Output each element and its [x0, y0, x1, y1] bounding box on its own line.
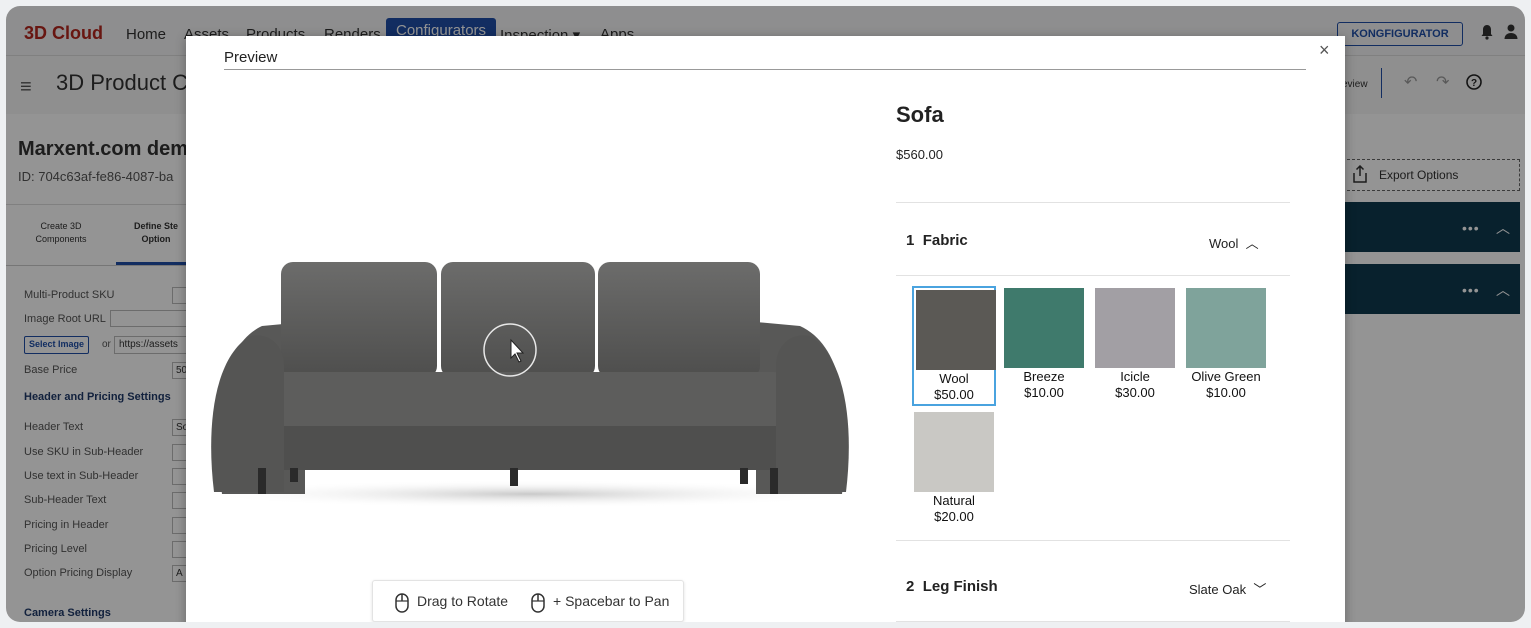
swatch-name: Natural — [933, 493, 975, 508]
mouse-icon — [531, 593, 545, 616]
swatch-breeze[interactable]: Breeze $10.00 — [1002, 286, 1086, 406]
divider — [896, 202, 1290, 203]
product-name: Sofa — [896, 102, 944, 127]
option-leg-finish-header[interactable]: 2 Leg Finish — [906, 578, 998, 595]
swatch-chip — [914, 412, 994, 492]
close-icon[interactable]: × — [1319, 40, 1330, 61]
option-name: Fabric — [922, 232, 968, 249]
spacebar-pan-hint: + Spacebar to Pan — [553, 593, 670, 609]
option-value-label: Wool — [1209, 236, 1239, 251]
divider — [224, 69, 1306, 70]
option-number: 2 — [906, 578, 915, 595]
swatch-olive-green[interactable]: Olive Green $10.00 — [1184, 286, 1268, 406]
divider — [896, 621, 1290, 622]
swatch-name: Wool — [939, 371, 969, 386]
option-leg-finish-value[interactable]: Slate Oak ﹀ — [1189, 579, 1266, 598]
preview-modal: Preview × Drag to Rotate + Spacebar to P… — [186, 36, 1345, 622]
option-name: Leg Finish — [922, 578, 998, 595]
option-fabric-value[interactable]: Wool ︿ — [1209, 233, 1259, 252]
swatch-natural[interactable]: Natural $20.00 — [912, 410, 996, 530]
swatch-wool[interactable]: Wool $50.00 — [912, 286, 996, 406]
swatch-chip — [1004, 288, 1084, 368]
divider — [896, 540, 1290, 541]
swatch-price: $30.00 — [1115, 385, 1155, 400]
swatch-chip — [1095, 288, 1175, 368]
option-fabric-header[interactable]: 1 Fabric — [906, 232, 968, 249]
swatch-price: $10.00 — [1024, 385, 1064, 400]
viewer-controls-hint: Drag to Rotate + Spacebar to Pan — [372, 580, 684, 622]
swatch-price: $20.00 — [934, 509, 974, 524]
option-number: 1 — [906, 232, 915, 249]
swatch-name: Olive Green — [1191, 369, 1261, 384]
swatch-price: $10.00 — [1206, 385, 1246, 400]
swatch-price: $50.00 — [934, 387, 974, 402]
option-value-label: Slate Oak — [1189, 582, 1247, 597]
swatch-chip — [1186, 288, 1266, 368]
chevron-down-icon: ﹀ — [1253, 582, 1267, 597]
sofa-3d-viewer[interactable] — [200, 96, 860, 596]
product-price: $560.00 — [896, 147, 943, 162]
chevron-up-icon: ︿ — [1245, 236, 1259, 251]
drag-rotate-hint: Drag to Rotate — [417, 593, 509, 609]
modal-title: Preview — [224, 49, 278, 66]
screen: 3D Cloud Home Assets Products Renders Co… — [6, 6, 1525, 622]
swatch-name: Breeze — [1023, 369, 1065, 384]
divider — [896, 275, 1290, 276]
swatch-chip — [916, 290, 996, 370]
swatch-name: Icicle — [1120, 369, 1150, 384]
mouse-icon — [395, 593, 409, 616]
swatch-icicle[interactable]: Icicle $30.00 — [1093, 286, 1177, 406]
